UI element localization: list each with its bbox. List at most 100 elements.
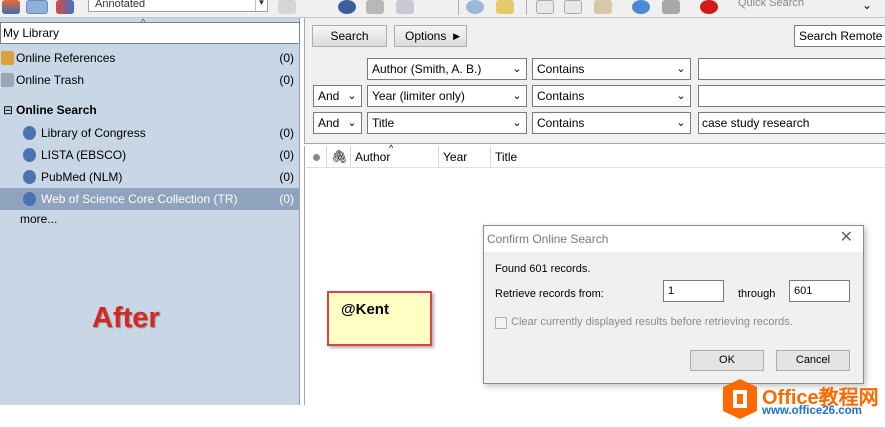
quick-search-input[interactable]: Quick Search <box>730 0 850 12</box>
new-library-icon[interactable] <box>2 0 20 14</box>
source-label: LISTA (EBSCO) <box>41 148 127 162</box>
search-globe-icon <box>23 148 36 162</box>
chevron-down-icon: ⌄ <box>512 63 522 75</box>
chevron-down-icon: ⌄ <box>347 90 357 102</box>
help-icon[interactable] <box>700 0 718 14</box>
column-year[interactable]: Year <box>439 146 491 168</box>
folder-icon[interactable] <box>496 0 514 14</box>
search-remote-library-button[interactable]: Search Remote Library <box>794 25 885 47</box>
toolbar-divider <box>526 0 527 15</box>
group-label: Online Trash <box>16 73 85 87</box>
through-label: through <box>738 288 776 300</box>
library-pane: My Library ^ Online References (0) Onlin… <box>0 17 300 405</box>
sort-caret-icon: ^ <box>389 143 394 153</box>
source-label: Web of Science Core Collection (TR) <box>41 192 238 206</box>
chevron-down-icon: ⌄ <box>347 117 357 129</box>
paperclip-icon: 🖇 <box>331 149 348 164</box>
field-combo-3[interactable]: Title ⌄ <box>367 112 527 134</box>
more-sources-link[interactable]: more... <box>20 212 57 226</box>
insert-reference-icon[interactable] <box>278 0 296 14</box>
source-count: (0) <box>279 170 294 184</box>
results-header: 🖇 Author ^ Year Title <box>304 143 885 168</box>
note-text: @Kent <box>341 301 389 318</box>
source-library-of-congress[interactable]: Library of Congress (0) <box>0 122 300 144</box>
watermark-url: www.office26.com <box>762 405 862 417</box>
search-globe-icon <box>23 126 36 140</box>
boolean-combo-2[interactable]: And ⌄ <box>313 85 362 107</box>
search-button[interactable]: Search <box>312 25 387 47</box>
operator-combo-1[interactable]: Contains ⌄ <box>532 58 691 80</box>
edit-document-icon[interactable] <box>564 0 582 14</box>
found-records-text: Found 601 records. <box>495 263 591 275</box>
sync-icon[interactable] <box>632 0 650 14</box>
operator-combo-2[interactable]: Contains ⌄ <box>532 85 691 107</box>
source-count: (0) <box>279 192 294 206</box>
cancel-button[interactable]: Cancel <box>776 350 850 371</box>
search-panel: Search Options ▶ Search Remote Library A… <box>304 18 885 144</box>
trash-icon <box>1 73 14 87</box>
source-count: (0) <box>279 148 294 162</box>
library-title: My Library <box>0 22 300 44</box>
ok-button[interactable]: OK <box>690 350 764 371</box>
toolbar-divider <box>458 0 459 15</box>
chevron-down-icon: ⌄ <box>676 117 686 129</box>
search-term-field-3[interactable]: case study research <box>698 112 885 134</box>
group-count: (0) <box>279 73 294 87</box>
author-note: @Kent <box>327 291 432 346</box>
triangle-right-icon: ▶ <box>453 31 460 41</box>
globe-icon[interactable] <box>466 0 484 14</box>
source-label: PubMed (NLM) <box>41 170 123 184</box>
source-pubmed[interactable]: PubMed (NLM) (0) <box>0 166 300 188</box>
source-label: Library of Congress <box>41 126 146 140</box>
confirm-online-search-dialog: Confirm Online Search ✕ Found 601 record… <box>483 225 864 384</box>
operator-combo-3[interactable]: Contains ⌄ <box>532 112 691 134</box>
find-icon[interactable] <box>338 0 356 14</box>
close-icon[interactable]: ✕ <box>840 230 853 246</box>
office-logo-icon <box>723 379 757 419</box>
collapse-icon[interactable]: ⊟ <box>3 99 13 121</box>
download-icon[interactable] <box>366 0 384 14</box>
search-options-icon[interactable]: ⌄ <box>862 0 872 12</box>
search-globe-icon <box>23 192 36 206</box>
integrated-library-icon[interactable] <box>56 0 74 14</box>
source-count: (0) <box>279 126 294 140</box>
unread-dot-icon <box>313 154 320 161</box>
retrieve-to-field[interactable]: 601 <box>789 280 850 302</box>
group-online-trash[interactable]: Online Trash (0) <box>0 69 300 91</box>
online-search-label: Online Search <box>16 103 97 117</box>
search-term-field-1[interactable] <box>698 58 885 80</box>
online-mode-icon[interactable] <box>26 0 48 14</box>
output-style-combo[interactable]: Annotated ▼ <box>88 0 268 12</box>
column-author[interactable]: Author ^ <box>351 143 439 168</box>
search-globe-icon <box>23 170 36 184</box>
column-title[interactable]: Title <box>491 146 885 168</box>
search-term-field-2[interactable] <box>698 85 885 107</box>
group-label: Online References <box>16 51 116 65</box>
online-search-header[interactable]: ⊟ Online Search <box>0 99 300 121</box>
group-count: (0) <box>279 51 294 65</box>
document-icon[interactable] <box>536 0 554 14</box>
chevron-down-icon: ⌄ <box>676 90 686 102</box>
watermark: Office教程网 www.office26.com <box>722 378 882 424</box>
read-status-column[interactable] <box>305 146 327 168</box>
boolean-combo-3[interactable]: And ⌄ <box>313 112 362 134</box>
link-icon[interactable] <box>396 0 414 14</box>
attachment-column[interactable]: 🖇 <box>327 146 351 168</box>
chevron-down-icon: ⌄ <box>676 63 686 75</box>
options-button[interactable]: Options ▶ <box>394 25 467 47</box>
book-icon <box>1 51 14 65</box>
group-online-references[interactable]: Online References (0) <box>0 47 300 69</box>
retrieve-from-field[interactable]: 1 <box>663 280 724 302</box>
source-lista-ebsco[interactable]: LISTA (EBSCO) (0) <box>0 144 300 166</box>
field-combo-1[interactable]: Author (Smith, A. B.) ⌄ <box>367 58 527 80</box>
clear-results-checkbox[interactable] <box>495 317 507 329</box>
field-combo-2[interactable]: Year (limiter only) ⌄ <box>367 85 527 107</box>
chevron-down-icon: ⌄ <box>512 90 522 102</box>
toolbar: Annotated ▼ Quick Search ⌄ <box>0 0 885 18</box>
share-icon[interactable] <box>662 0 680 14</box>
sort-caret-icon: ^ <box>141 17 146 27</box>
chevron-down-icon[interactable]: ▼ <box>255 0 267 11</box>
source-web-of-science[interactable]: Web of Science Core Collection (TR) (0) <box>0 188 300 210</box>
dialog-title: Confirm Online Search <box>484 226 863 252</box>
pen-icon[interactable] <box>594 0 612 14</box>
